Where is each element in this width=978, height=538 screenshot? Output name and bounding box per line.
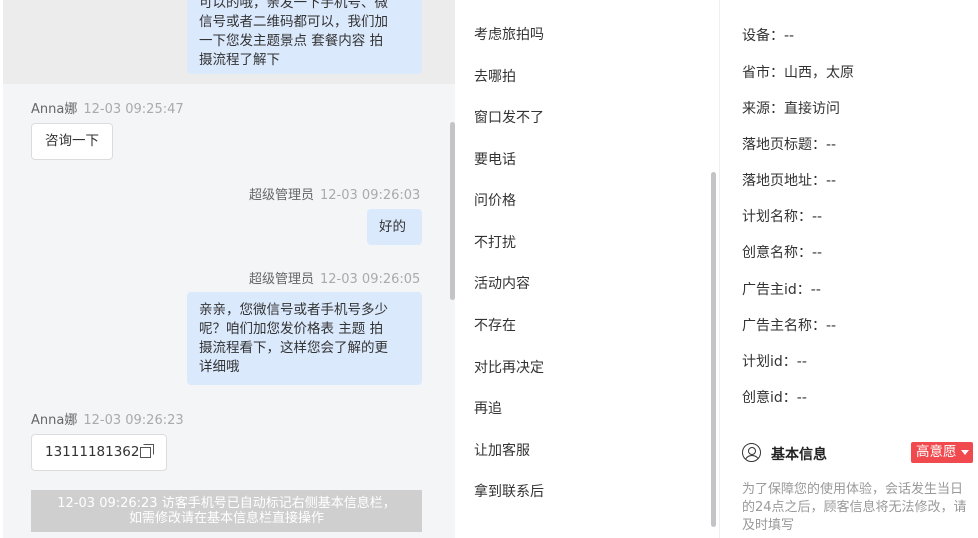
info-row-landing-url: 落地页地址：-- [742,173,837,189]
visitor-message-meta: Anna娜 12-03 09:25:47 [31,98,184,117]
message-line: 一下您发主题景点 套餐内容 拍 [199,33,384,49]
user-circle-icon [742,443,761,462]
message-text: 咨询一下 [45,133,99,149]
agent-message-meta: 超级管理员 12-03 09:26:05 [249,268,420,287]
chat-panel: 可以的哦，亲发一下手机号、微 信号或者二维码都可以，我们加 一下您发主题景点 套… [3,0,455,538]
quick-phrase-item[interactable]: 再追 [474,398,502,418]
system-notice: 12-03 09:26:23 访客手机号已自动标记右侧基本信息栏， 如需修改请在… [31,490,422,532]
quick-phrase-item[interactable]: 窗口发不了 [474,107,544,127]
intent-label: 高意愿 [916,444,957,460]
quick-phrase-item[interactable]: 问价格 [474,190,516,210]
message-line: 摄流程看下，这样您会了解的更 [199,340,388,356]
message-line: 亲亲，您微信号或者手机号多少 [199,302,388,318]
message-line: 好的 [379,219,406,235]
quick-phrase-item[interactable]: 考虑旅拍吗 [474,24,544,44]
visitor-message-meta: Anna娜 12-03 09:26:23 [31,409,184,428]
info-row-landing-title: 落地页标题：-- [742,137,837,153]
message-line: 信号或者二维码都可以，我们加 [199,14,388,30]
agent-message-bubble: 好的 [367,209,422,245]
chat-scrollbar[interactable] [450,122,455,300]
quick-phrase-item[interactable]: 要电话 [474,149,516,169]
agent-message-meta: 超级管理员 12-03 09:26:03 [249,184,420,203]
agent-message-bubble: 可以的哦，亲发一下手机号、微 信号或者二维码都可以，我们加 一下您发主题景点 套… [187,0,422,74]
quick-phrase-item[interactable]: 对比再决定 [474,357,544,377]
visitor-info-panel: 设备：-- 省市：山西，太原 来源：直接访问 落地页标题：-- 落地页地址：--… [720,0,978,538]
agent-message-bubble: 亲亲，您微信号或者手机号多少 呢？咱们加您发价格表 主题 拍 摄流程看下，这样您… [187,292,422,385]
agent-name: 超级管理员 [249,188,315,203]
quick-phrase-item[interactable]: 去哪拍 [474,66,516,86]
intent-level-dropdown[interactable]: 高意愿 [911,442,973,463]
info-row-plan-id: 计划id：-- [742,354,807,370]
info-row-region: 省市：山西，太原 [742,65,854,81]
visitor-phone-bubble: 13111181362 [31,434,168,471]
message-line: 呢？咱们加您发价格表 主题 拍 [199,321,384,337]
message-text: 13111181362 [45,444,140,460]
copy-icon[interactable] [140,444,155,458]
message-line: 详细哦 [199,359,240,375]
message-time: 12-03 09:26:05 [320,272,421,287]
phrase-scrollbar[interactable] [711,172,716,527]
message-time: 12-03 09:26:03 [320,188,421,203]
info-row-plan-name: 计划名称：-- [742,209,823,225]
notice-line: 12-03 09:26:23 访客手机号已自动标记右侧基本信息栏， [57,496,396,511]
quick-phrase-item[interactable]: 活动内容 [474,273,530,293]
quick-phrase-item[interactable]: 不打扰 [474,232,516,252]
caret-down-icon [960,450,969,455]
notice-line: 如需修改请在基本信息栏直接操作 [128,511,324,526]
basic-info-header: 基本信息 高意愿 [742,442,978,464]
info-row-advertiser-name: 广告主名称：-- [742,318,837,334]
message-line: 可以的哦，亲发一下手机号、微 [199,0,388,11]
quick-phrase-list: 考虑旅拍吗 去哪拍 窗口发不了 要电话 问价格 不打扰 活动内容 不存在 对比再… [456,0,719,538]
edit-deadline-notice: 为了保障您的使用体验，会话发生当日的24点之后，顾客信息将无法修改，请及时填写 [742,482,967,533]
visitor-message-bubble: 咨询一下 [31,123,113,160]
info-row-advertiser-id: 广告主id：-- [742,282,821,298]
visitor-name: Anna娜 [31,102,78,117]
info-row-device: 设备：-- [742,28,795,44]
message-time: 12-03 09:25:47 [83,102,184,117]
info-row-creative-name: 创意名称：-- [742,245,823,261]
info-row-creative-id: 创意id：-- [742,390,807,406]
section-title: 基本信息 [771,447,827,463]
visitor-name: Anna娜 [31,413,78,428]
quick-phrase-item[interactable]: 拿到联系后 [474,481,544,501]
info-row-source: 来源：直接访问 [742,101,840,117]
message-line: 摄流程了解下 [199,52,280,68]
agent-name: 超级管理员 [249,272,315,287]
quick-phrase-item[interactable]: 不存在 [474,315,516,335]
message-time: 12-03 09:26:23 [83,413,184,428]
quick-phrase-item[interactable]: 让加客服 [474,440,530,460]
